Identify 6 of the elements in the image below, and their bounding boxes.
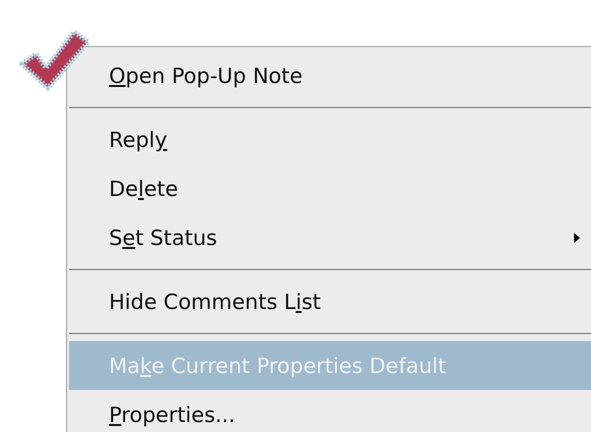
menu-item[interactable]: Set Status [69,213,591,262]
menu-item[interactable]: Reply [69,115,591,164]
menu-item[interactable]: Hide Comments List [69,277,591,326]
menu-item[interactable]: Open Pop-Up Note [69,51,591,100]
menu-item[interactable]: Properties... [69,390,591,432]
menu-item[interactable]: Delete [69,164,591,213]
